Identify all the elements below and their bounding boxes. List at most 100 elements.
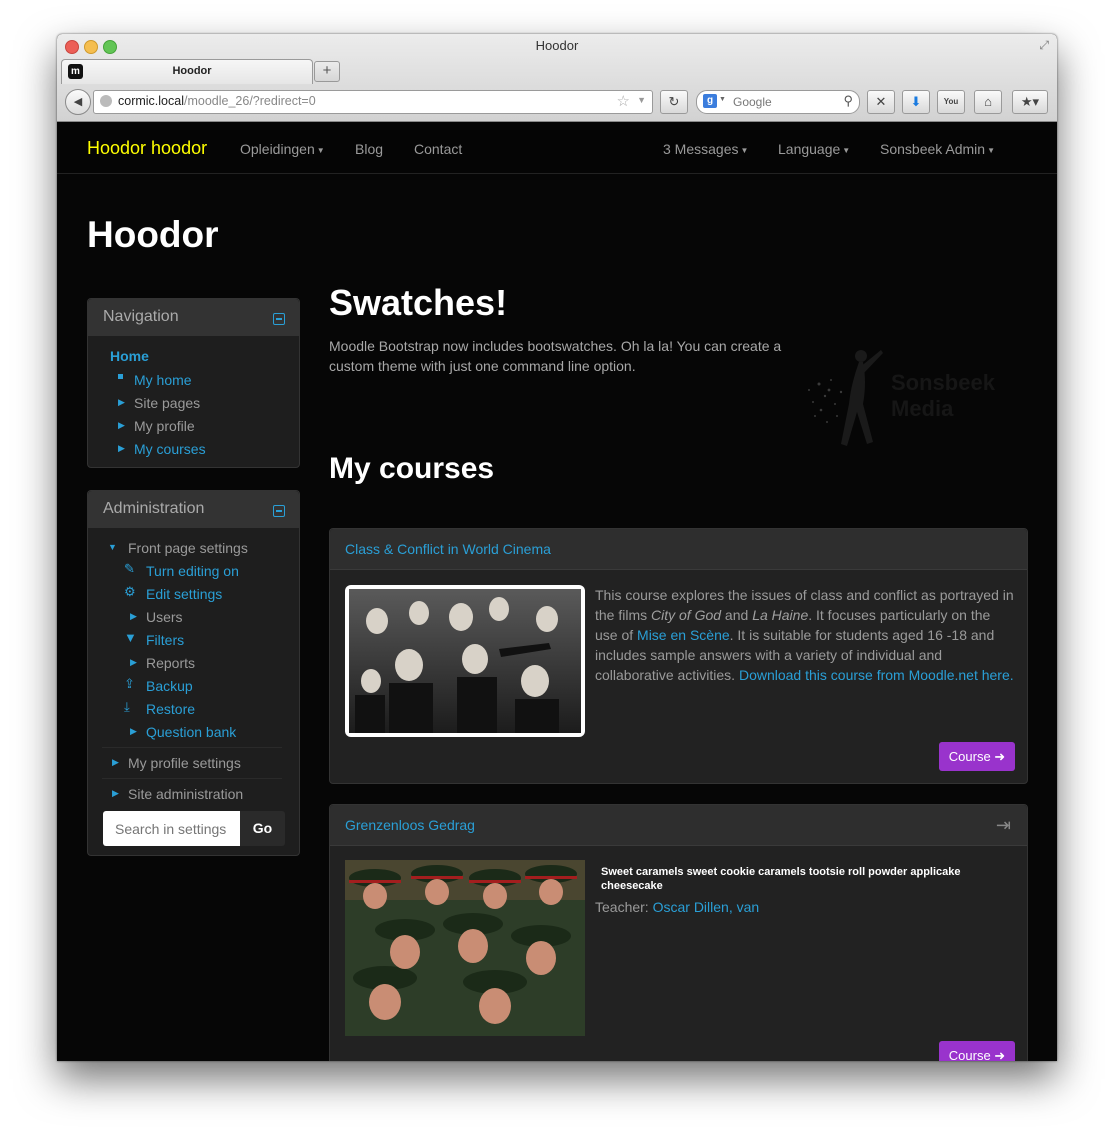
- administration-block-header: Administration: [88, 491, 299, 528]
- bookmarks-menu-icon[interactable]: ★▾: [1012, 90, 1048, 114]
- teacher-name-link[interactable]: Oscar Dillen, van: [653, 899, 760, 915]
- crowd-photo-image: [349, 589, 581, 733]
- film-title: City of God: [651, 607, 722, 623]
- tab-title: Hoodor: [172, 65, 212, 77]
- expand-arrow-icon[interactable]: ▶: [112, 757, 119, 768]
- backup-link[interactable]: Backup: [146, 678, 193, 694]
- expand-arrow-icon[interactable]: ▶: [130, 657, 137, 668]
- film-title: La Haine: [752, 607, 809, 623]
- restore-link[interactable]: Restore: [146, 701, 195, 717]
- expand-arrow-icon[interactable]: ▶: [118, 420, 125, 431]
- course-title-link[interactable]: Grenzenloos Gedrag: [345, 817, 475, 833]
- browser-tab[interactable]: m Hoodor: [61, 59, 313, 84]
- soldiers-photo-image: [345, 860, 585, 1036]
- expand-arrow-icon[interactable]: ▶: [130, 726, 137, 737]
- expand-arrow-icon[interactable]: ▶: [130, 611, 137, 622]
- summary-text: and: [721, 607, 753, 623]
- divider: [102, 747, 282, 748]
- filters-link[interactable]: Filters: [146, 632, 184, 648]
- logo-text: Sonsbeek Media: [891, 370, 995, 422]
- page-title: Hoodor: [87, 214, 219, 255]
- search-icon[interactable]: ⚲: [843, 93, 853, 109]
- address-bar[interactable]: cormic.local/moodle_26/?redirect=0 ☆ ▼: [93, 90, 653, 114]
- navigation-block: Navigation Home My home ▶ Site pages ▶ M…: [87, 298, 300, 468]
- reload-button[interactable]: ↻: [660, 90, 688, 114]
- caret-down-icon: ▼: [842, 145, 851, 155]
- search-engine-dropdown-icon[interactable]: ▼: [719, 96, 726, 103]
- course-title-link[interactable]: Class & Conflict in World Cinema: [345, 541, 551, 557]
- gear-icon: ⚙: [124, 584, 136, 599]
- nav-user-menu[interactable]: Sonsbeek Admin ▼: [880, 141, 995, 157]
- my-profile-settings[interactable]: My profile settings: [128, 755, 241, 771]
- expand-arrow-icon[interactable]: ▶: [118, 443, 125, 454]
- nav-my-courses-link[interactable]: My courses: [134, 441, 206, 457]
- course-image-frame: [345, 585, 585, 737]
- expand-arrow-icon[interactable]: ▶: [112, 788, 119, 799]
- course-button[interactable]: Course ➜: [939, 742, 1015, 771]
- url-host: cormic.local: [118, 94, 184, 108]
- navigation-block-header: Navigation: [88, 299, 299, 336]
- expand-arrow-icon[interactable]: ▶: [118, 397, 125, 408]
- url-dropdown-icon[interactable]: ▼: [637, 95, 646, 105]
- filter-icon: ▼: [124, 630, 137, 645]
- front-page-settings[interactable]: Front page settings: [128, 540, 248, 556]
- window-title: Hoodor: [535, 38, 579, 53]
- bookmark-star-icon[interactable]: ☆: [617, 92, 630, 110]
- site-administration[interactable]: Site administration: [128, 786, 243, 802]
- collapse-block-icon[interactable]: [273, 505, 285, 517]
- settings-search-go-button[interactable]: Go: [240, 811, 285, 846]
- course-header: Class & Conflict in World Cinema: [330, 529, 1027, 570]
- my-courses-heading: My courses: [329, 452, 495, 485]
- url-text: cormic.local/moodle_26/?redirect=0: [118, 94, 316, 108]
- nav-my-profile[interactable]: My profile: [134, 418, 195, 434]
- browser-titlebar: Hoodor ⤢ m Hoodor + ◀ cormic.local/moodl…: [57, 34, 1057, 122]
- navigation-block-title: Navigation: [103, 308, 179, 325]
- enrol-sign-in-icon[interactable]: ⇥: [996, 815, 1011, 836]
- hero-title: Swatches!: [329, 282, 508, 323]
- course-button[interactable]: Course ➜: [939, 1041, 1015, 1061]
- dancer-silhouette-icon: [808, 350, 883, 446]
- url-path: /moodle_26/?redirect=0: [184, 94, 316, 108]
- question-bank-link[interactable]: Question bank: [146, 724, 236, 740]
- stop-button[interactable]: ✕: [867, 90, 895, 114]
- nav-site-pages[interactable]: Site pages: [134, 395, 200, 411]
- nav-language[interactable]: Language ▼: [778, 141, 850, 157]
- course-summary: Sweet caramels sweet cookie caramels too…: [601, 866, 961, 892]
- users-node[interactable]: Users: [146, 609, 183, 625]
- mise-en-scene-link[interactable]: Mise en Scène: [637, 627, 730, 643]
- collapse-arrow-icon[interactable]: ▼: [108, 542, 117, 552]
- download-course-link[interactable]: Download this course from Moodle.net her…: [739, 667, 1010, 683]
- hero-text: Moodle Bootstrap now includes bootswatch…: [329, 338, 782, 374]
- nav-blog[interactable]: Blog: [355, 141, 383, 157]
- summary-period: .: [1009, 667, 1014, 683]
- site-brand[interactable]: Hoodor hoodor: [87, 138, 207, 159]
- reports-node[interactable]: Reports: [146, 655, 195, 671]
- fullscreen-icon[interactable]: ⤢: [1039, 38, 1049, 53]
- course-teacher: Teacher: Oscar Dillen, van: [595, 897, 759, 917]
- collapse-block-icon[interactable]: [273, 313, 285, 325]
- nav-home-link[interactable]: Home: [110, 348, 149, 364]
- divider: [102, 778, 282, 779]
- youtube-icon[interactable]: You: [937, 90, 965, 114]
- nav-language-label: Language: [778, 141, 841, 157]
- nav-my-home-link[interactable]: My home: [134, 372, 192, 388]
- nav-messages[interactable]: 3 Messages ▼: [663, 141, 748, 157]
- new-tab-button[interactable]: +: [314, 61, 340, 82]
- browser-toolbar: ◀ cormic.local/moodle_26/?redirect=0 ☆ ▼…: [57, 87, 1057, 119]
- nav-opleidingen[interactable]: Opleidingen ▼: [240, 141, 325, 157]
- course-header: Grenzenloos Gedrag ⇥: [330, 805, 1027, 846]
- search-placeholder: Google: [733, 95, 772, 109]
- nav-contact[interactable]: Contact: [414, 141, 462, 157]
- settings-search-input[interactable]: [103, 811, 240, 846]
- turn-editing-on-link[interactable]: Turn editing on: [146, 563, 239, 579]
- sonsbeek-media-logo: Sonsbeek Media: [801, 344, 1001, 452]
- logo-line-1: Sonsbeek: [891, 370, 995, 395]
- edit-settings-link[interactable]: Edit settings: [146, 586, 222, 602]
- search-box[interactable]: g ▼ Google ⚲: [696, 90, 860, 114]
- course-summary: This course explores the issues of class…: [595, 585, 1015, 685]
- home-icon[interactable]: ⌂: [974, 90, 1002, 114]
- download-icon[interactable]: ⬇: [902, 90, 930, 114]
- download-tray-icon: ⤓: [124, 699, 130, 714]
- back-button[interactable]: ◀: [65, 89, 91, 115]
- nav-messages-label: 3 Messages: [663, 141, 739, 157]
